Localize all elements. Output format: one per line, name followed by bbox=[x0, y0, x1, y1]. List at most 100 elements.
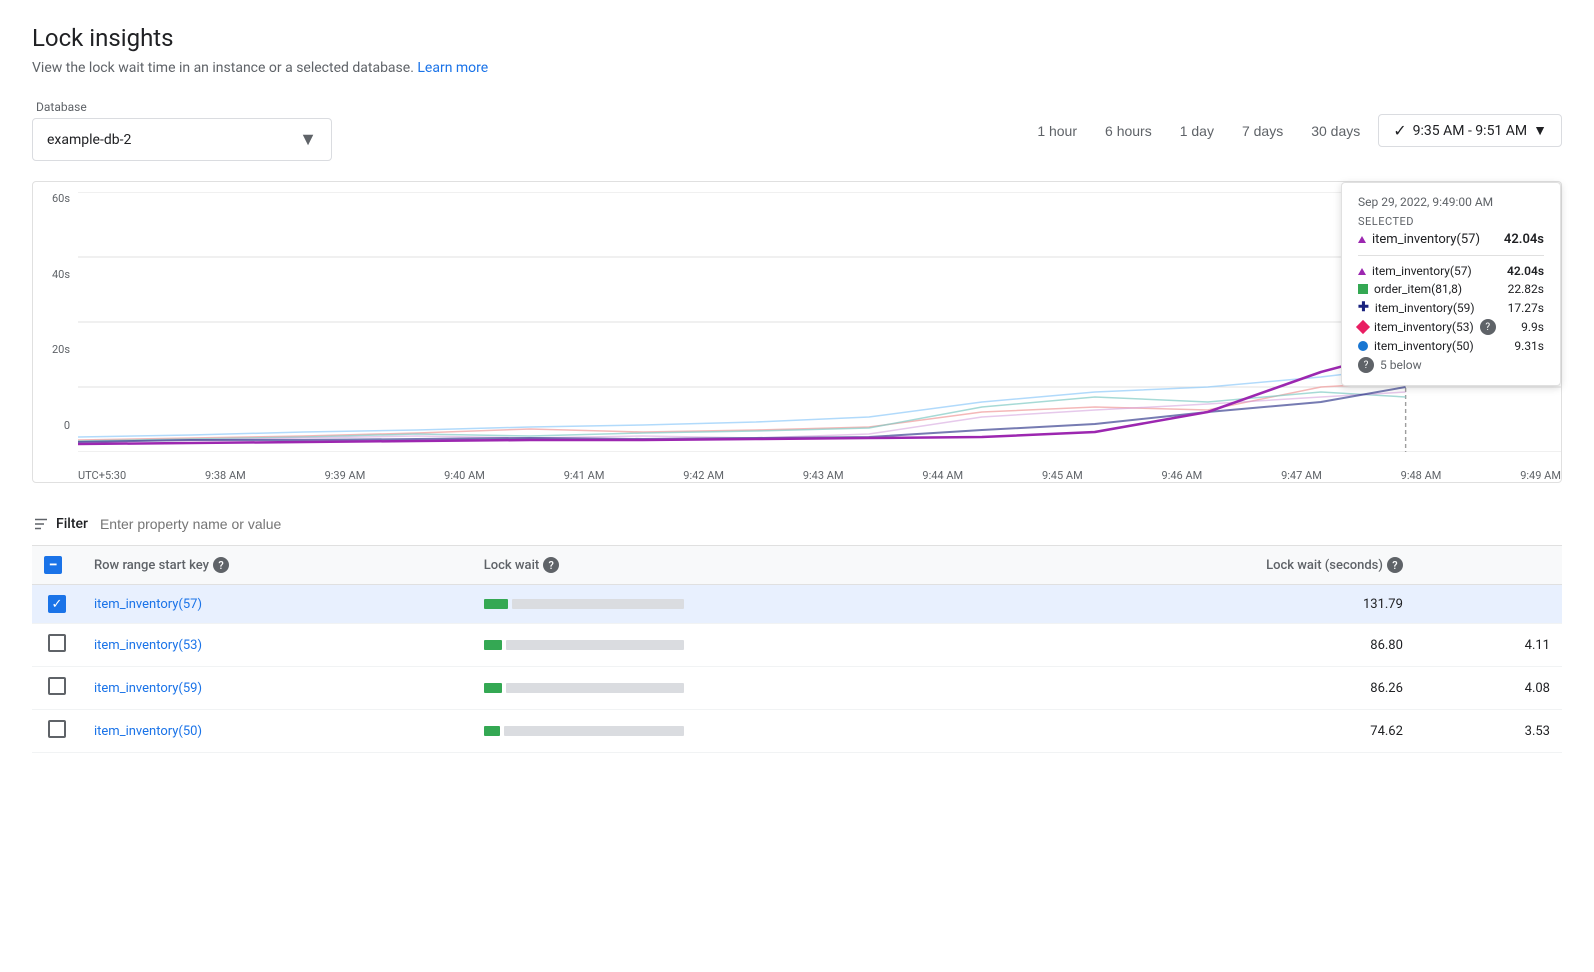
bar-gray-4 bbox=[504, 726, 684, 736]
row1-lockwait-cell bbox=[472, 585, 1021, 624]
help-icon-row-key[interactable]: ? bbox=[213, 557, 229, 573]
tooltip-triangle-icon bbox=[1358, 232, 1366, 247]
row4-lockwait-bar bbox=[484, 726, 684, 736]
selected-time-range: 9:35 AM - 9:51 AM bbox=[1413, 123, 1527, 139]
x-label-945: 9:45 AM bbox=[1042, 469, 1083, 482]
legend-value-1: 42.04s bbox=[1507, 264, 1544, 278]
x-label-944: 9:44 AM bbox=[922, 469, 963, 482]
row1-key-cell: item_inventory(57) bbox=[82, 585, 472, 624]
row4-seconds-value: 74.62 bbox=[1370, 724, 1403, 739]
x-label-947: 9:47 AM bbox=[1281, 469, 1322, 482]
row2-key-cell: item_inventory(53) bbox=[82, 624, 472, 667]
x-label-940: 9:40 AM bbox=[444, 469, 485, 482]
y-label-0: 0 bbox=[64, 419, 70, 432]
time-range-picker[interactable]: ✓ 9:35 AM - 9:51 AM ▼ bbox=[1378, 114, 1562, 147]
row1-seconds-cell: 131.79 bbox=[1021, 585, 1415, 624]
row2-checkbox[interactable] bbox=[48, 634, 66, 652]
help-icon-legend-4[interactable]: ? bbox=[1480, 319, 1496, 335]
row1-checkbox-cell: ✓ bbox=[32, 585, 82, 624]
y-label-20: 20s bbox=[52, 343, 70, 356]
legend-item-1: item_inventory(57) 42.04s bbox=[1358, 264, 1544, 278]
row1-seconds-value: 131.79 bbox=[1363, 597, 1403, 612]
legend-name-3: item_inventory(59) bbox=[1375, 301, 1475, 315]
tooltip-divider bbox=[1358, 255, 1544, 256]
controls-row: Database example-db-2 ▼ 1 hour 6 hours 1… bbox=[32, 100, 1562, 161]
chart-tooltip: Sep 29, 2022, 9:49:00 AM SELECTED item_i… bbox=[1341, 182, 1561, 386]
table-row: ✓ item_inventory(57) 131.79 bbox=[32, 585, 1562, 624]
row2-extra-value: 4.11 bbox=[1525, 638, 1550, 653]
row3-key-link[interactable]: item_inventory(59) bbox=[94, 681, 202, 696]
row3-checkbox-cell bbox=[32, 667, 82, 710]
chart-svg bbox=[78, 192, 1561, 452]
row1-key-link[interactable]: item_inventory(57) bbox=[94, 597, 202, 612]
help-icon-five-below[interactable]: ? bbox=[1358, 357, 1374, 373]
legend-diamond-icon-4 bbox=[1358, 322, 1368, 332]
chart-section: 60s 40s 20s 0 bbox=[32, 181, 1562, 483]
legend-name-4: item_inventory(53) bbox=[1374, 320, 1474, 334]
legend-cross-icon-3: ✚ bbox=[1358, 300, 1369, 315]
chart-area[interactable]: UTC+5:30 9:38 AM 9:39 AM 9:40 AM 9:41 AM… bbox=[78, 182, 1561, 482]
help-icon-lock-wait-seconds[interactable]: ? bbox=[1387, 557, 1403, 573]
tooltip-time: Sep 29, 2022, 9:49:00 AM bbox=[1358, 195, 1544, 209]
row2-extra-cell: 4.11 bbox=[1415, 624, 1562, 667]
th-checkbox: − bbox=[32, 546, 82, 585]
legend-item-3: ✚ item_inventory(59) 17.27s bbox=[1358, 300, 1544, 315]
row3-seconds-cell: 86.26 bbox=[1021, 667, 1415, 710]
y-axis: 60s 40s 20s 0 bbox=[33, 182, 78, 482]
help-icon-lock-wait[interactable]: ? bbox=[543, 557, 559, 573]
database-dropdown[interactable]: example-db-2 ▼ bbox=[32, 118, 332, 161]
row2-lockwait-cell bbox=[472, 624, 1021, 667]
row2-seconds-cell: 86.80 bbox=[1021, 624, 1415, 667]
legend-name-5: item_inventory(50) bbox=[1374, 339, 1474, 353]
database-label: Database bbox=[32, 100, 332, 114]
check-icon: ✓ bbox=[1393, 121, 1406, 140]
bar-gray-1 bbox=[512, 599, 684, 609]
row3-checkbox[interactable] bbox=[48, 677, 66, 695]
row3-key-cell: item_inventory(59) bbox=[82, 667, 472, 710]
chart-container: 60s 40s 20s 0 bbox=[33, 182, 1561, 482]
row4-checkbox-cell bbox=[32, 710, 82, 753]
legend-value-4: 9.9s bbox=[1521, 320, 1544, 334]
time-btn-1d[interactable]: 1 day bbox=[1170, 117, 1224, 145]
row4-seconds-cell: 74.62 bbox=[1021, 710, 1415, 753]
th-row-key: Row range start key ? bbox=[82, 546, 472, 585]
row4-key-cell: item_inventory(50) bbox=[82, 710, 472, 753]
x-label-943: 9:43 AM bbox=[803, 469, 844, 482]
database-selector: Database example-db-2 ▼ bbox=[32, 100, 332, 161]
th-lock-wait: Lock wait ? bbox=[472, 546, 1021, 585]
tooltip-selected-item: item_inventory(57) 42.04s bbox=[1358, 232, 1544, 247]
table-body: ✓ item_inventory(57) 131.79 bbox=[32, 585, 1562, 753]
table-header: − Row range start key ? Lock wait ? Lock… bbox=[32, 546, 1562, 585]
row4-checkbox[interactable] bbox=[48, 720, 66, 738]
x-label-946: 9:46 AM bbox=[1162, 469, 1203, 482]
time-btn-1h[interactable]: 1 hour bbox=[1027, 117, 1087, 145]
row1-extra-cell bbox=[1415, 585, 1562, 624]
tooltip-legend-section: item_inventory(57) 42.04s order_item(81,… bbox=[1358, 264, 1544, 373]
time-btn-6h[interactable]: 6 hours bbox=[1095, 117, 1162, 145]
row3-extra-cell: 4.08 bbox=[1415, 667, 1562, 710]
x-label-938: 9:38 AM bbox=[205, 469, 246, 482]
filter-input[interactable] bbox=[100, 516, 1562, 532]
row2-key-link[interactable]: item_inventory(53) bbox=[94, 638, 202, 653]
page-title: Lock insights bbox=[32, 24, 1562, 52]
learn-more-link[interactable]: Learn more bbox=[417, 60, 488, 76]
row1-checkbox[interactable]: ✓ bbox=[48, 595, 66, 613]
bar-gray-3 bbox=[506, 683, 684, 693]
time-btn-30d[interactable]: 30 days bbox=[1301, 117, 1370, 145]
bar-green-2 bbox=[484, 640, 502, 650]
x-label-941: 9:41 AM bbox=[564, 469, 605, 482]
header-checkbox-minus[interactable]: − bbox=[44, 556, 62, 574]
x-label-942: 9:42 AM bbox=[683, 469, 724, 482]
row3-seconds-value: 86.26 bbox=[1370, 681, 1403, 696]
y-label-60: 60s bbox=[52, 192, 70, 205]
y-label-40: 40s bbox=[52, 268, 70, 281]
filter-bar: Filter bbox=[32, 503, 1562, 546]
filter-icon bbox=[32, 515, 50, 533]
legend-item-4: item_inventory(53) ? 9.9s bbox=[1358, 319, 1544, 335]
time-btn-7d[interactable]: 7 days bbox=[1232, 117, 1293, 145]
legend-value-2: 22.82s bbox=[1508, 282, 1544, 296]
tooltip-selected-value: 42.04s bbox=[1504, 232, 1544, 247]
row3-extra-value: 4.08 bbox=[1525, 681, 1550, 696]
row4-key-link[interactable]: item_inventory(50) bbox=[94, 724, 202, 739]
x-label-utc: UTC+5:30 bbox=[78, 469, 126, 482]
